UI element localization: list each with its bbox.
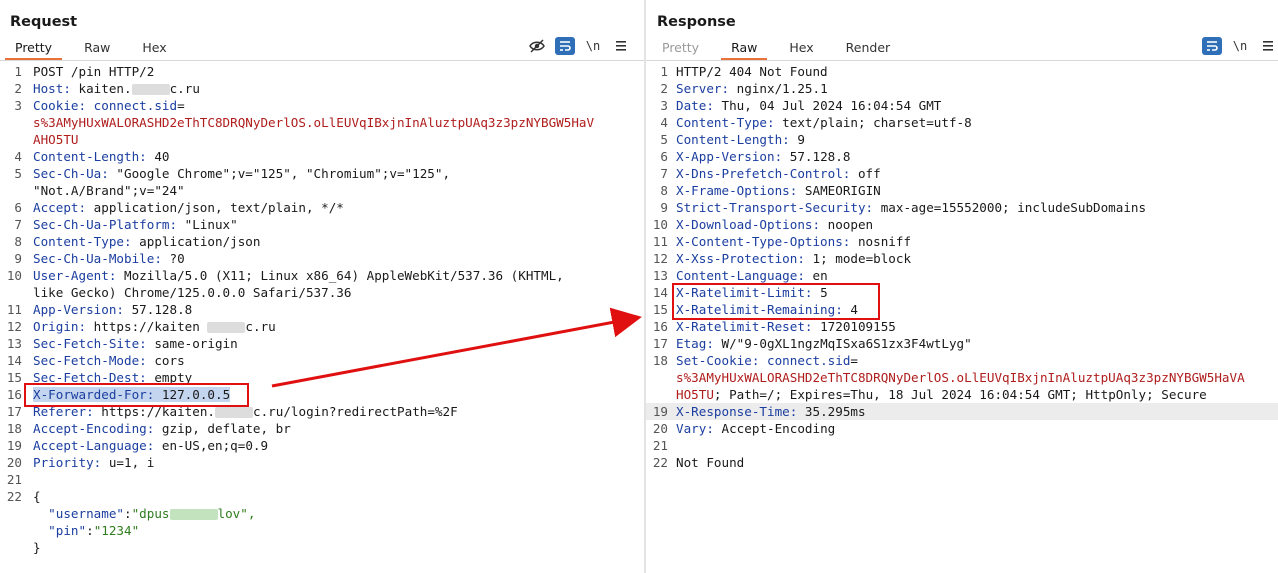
- annotation-arrow: [271, 307, 642, 388]
